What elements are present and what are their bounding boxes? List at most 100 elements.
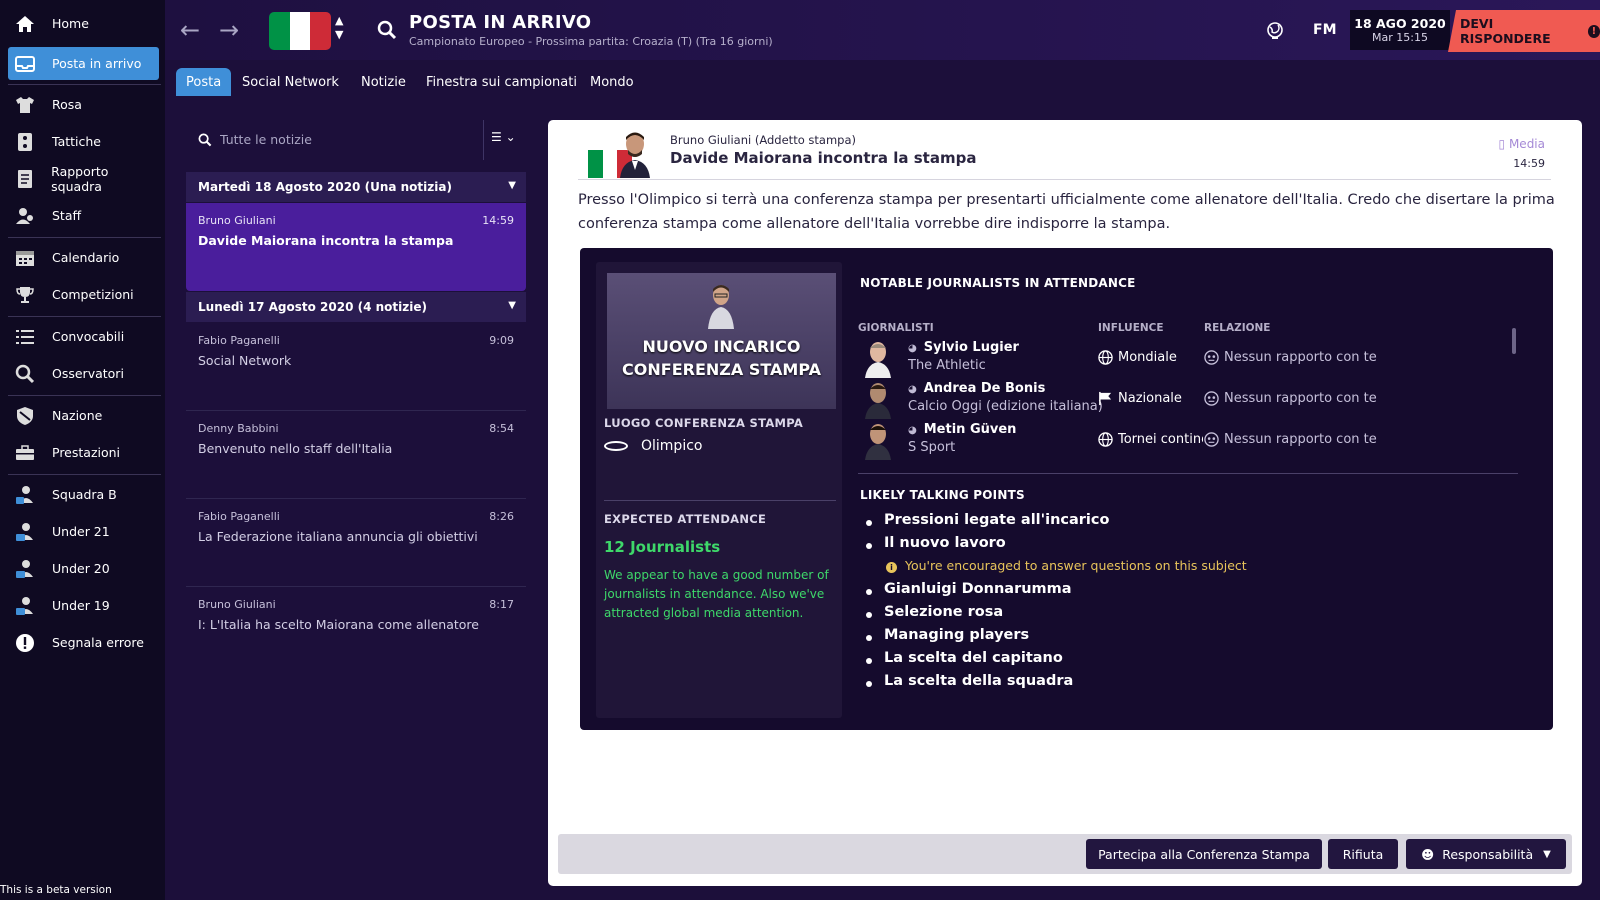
tab-notizie[interactable]: Notizie [351,68,416,96]
sidebar-item-team-report[interactable]: Rapporto squadra [8,162,159,195]
sidebar-item-label: Calendario [52,250,120,265]
relation-icon [1204,350,1219,365]
sidebar-item-competitions[interactable]: Competizioni [8,278,159,311]
sidebar-item-performance[interactable]: Prestazioni [8,436,159,469]
relation-label: Nessun rapporto con te [1224,432,1377,447]
message-item[interactable]: Bruno Giuliani 14:59 Davide Maiorana inc… [186,203,526,291]
sidebar-item-report-bug[interactable]: Segnala errore [8,626,159,659]
refuse-button[interactable]: Rifiuta [1328,839,1398,869]
message-time: 8:54 [489,422,514,435]
journalist-name: ◕ Sylvio Lugier [908,340,1019,355]
sender-avatar[interactable] [618,130,652,178]
group-label: Lunedì 17 Agosto 2020 (4 notizie) [198,300,427,314]
scrollbar[interactable] [1512,328,1516,354]
sidebar-item-tactics[interactable]: Tattiche [8,125,159,158]
message-subject: I: L'Italia ha scelto Maiorana come alle… [198,617,479,632]
journalist-outlet: The Athletic [908,358,986,373]
group-label: Martedì 18 Agosto 2020 (Una notizia) [198,180,452,194]
staff-icon: ☻ [1421,846,1435,862]
info-icon: i [886,562,897,573]
responsibility-button[interactable]: ☻ Responsabilità ▼ [1406,839,1566,869]
globe-icon[interactable] [1266,22,1284,44]
back-arrow-icon[interactable]: ← [178,18,202,42]
talking-point: Pressioni legate all'incarico [866,512,1247,535]
search-input[interactable] [220,126,460,152]
sidebar-item-home[interactable]: Home [8,7,159,40]
message-sender: Denny Babbini [198,422,279,435]
message-time: 9:09 [489,334,514,347]
message-item[interactable]: Fabio Paganelli 8:26 La Federazione ital… [186,499,526,587]
message-subject: Davide Maiorana incontra la stampa [670,149,977,167]
sidebar-item-label: Rapporto squadra [51,163,109,194]
date-group-header[interactable]: Lunedì 17 Agosto 2020 (4 notizie) ▼ [186,292,526,322]
alert-icon [14,632,36,654]
sidebar-item-under-20[interactable]: Under 20 [8,552,159,585]
message-time: 14:59 [1513,157,1545,170]
date-group-header[interactable]: Martedì 18 Agosto 2020 (Una notizia) ▼ [186,172,526,202]
column-header-relation: RELAZIONE [1204,322,1271,334]
sidebar-item-under-21[interactable]: Under 21 [8,515,159,548]
talking-point: Managing players [866,627,1247,650]
sidebar-item-inbox[interactable]: Posta in arrivo [8,47,159,80]
sidebar-item-label: Rosa [52,97,82,112]
trophy-icon [14,284,36,306]
message-time: 8:17 [489,598,514,611]
filter-menu-icon[interactable]: ☰ ⌄ [491,130,516,144]
chevron-up-down-icon[interactable]: ▲ ▼ [335,14,343,42]
sidebar-item-under-19[interactable]: Under 19 [8,589,159,622]
beta-notice: This is a beta version [0,884,112,896]
respond-required-button[interactable]: DEVI RISPONDERE ! [1448,10,1600,52]
journalists-title: NOTABLE JOURNALISTS IN ATTENDANCE [860,276,1136,290]
headset-icon: ◕ [908,384,917,395]
sidebar-item-squad[interactable]: Rosa [8,88,159,121]
chevron-down-icon: ▼ [508,300,516,311]
shield-icon [14,405,36,427]
tab-posta[interactable]: Posta [176,68,232,96]
journalist-row[interactable]: ◕ Andrea De Bonis Calcio Oggi (edizione i… [858,381,1518,423]
journalist-avatar [865,383,891,419]
journalists-section: NOTABLE JOURNALISTS IN ATTENDANCE GIORNA… [858,262,1538,718]
sidebar-item-staff[interactable]: Staff [8,199,159,232]
message-sender[interactable]: Bruno Giuliani (Addetto stampa) [670,133,856,147]
column-header-influence: INFLUENCE [1098,322,1164,334]
sidebar-item-b-team[interactable]: Squadra B [8,478,159,511]
talking-points-list: Pressioni legate all'incarico Il nuovo l… [866,512,1247,696]
image-title-line: NUOVO INCARICO [642,337,801,356]
tab-mondo[interactable]: Mondo [580,68,644,96]
team-icon [14,595,36,617]
note-text: You're encouraged to answer questions on… [905,558,1247,573]
journalist-relation: Nessun rapporto con te [1204,391,1377,406]
journalist-name-text: Andrea De Bonis [923,381,1046,396]
sidebar-item-label: Home [52,16,89,31]
tab-finestra-campionati[interactable]: Finestra sui campionati [416,68,587,96]
top-bar: ← → ▲ ▼ POSTA IN ARRIVO Campionato Europe… [165,0,1600,60]
game-date[interactable]: 18 AGO 2020 Mar 15:15 [1350,10,1450,50]
relation-icon [1204,391,1219,406]
sidebar-item-scouts[interactable]: Osservatori [8,357,159,390]
venue[interactable]: Olimpico [604,438,702,454]
attendance-count: 12 Journalists [604,538,721,556]
message-item[interactable]: Bruno Giuliani 8:17 I: L'Italia ha scelt… [186,587,526,675]
search-icon[interactable] [377,20,397,44]
journalist-relation: Nessun rapporto con te [1204,432,1377,447]
italy-flag[interactable] [269,12,331,50]
tab-social-network[interactable]: Social Network [232,68,349,96]
forward-arrow-icon[interactable]: → [217,18,241,42]
tag-icon: ▯ [1498,137,1506,151]
attendance-label: EXPECTED ATTENDANCE [604,512,767,526]
sidebar-item-call-ups[interactable]: Convocabili [8,320,159,353]
message-item[interactable]: Denny Babbini 8:54 Benvenuto nello staff… [186,411,526,499]
message-item[interactable]: Fabio Paganelli 9:09 Social Network [186,323,526,411]
headset-icon: ◕ [908,343,917,354]
journalist-row[interactable]: ◕ Metin Güven S Sport Tornei continentali… [858,422,1518,464]
conference-image: NUOVO INCARICO CONFERENZA STAMPA [607,273,836,409]
chevron-down-icon: ▼ [1543,848,1551,860]
sidebar-item-label: Squadra B [52,487,117,502]
fm-logo[interactable]: FM [1313,22,1337,38]
sidebar-item-nation[interactable]: Nazione [8,399,159,432]
message-header: Bruno Giuliani (Addetto stampa) Davide M… [578,130,1551,180]
journalist-row[interactable]: ◕ Sylvio Lugier The Athletic Mondiale Nes… [858,340,1518,382]
attend-press-conference-button[interactable]: Partecipa alla Conferenza Stampa [1086,839,1322,869]
sidebar-item-calendar[interactable]: Calendario [8,241,159,274]
message-sender: Bruno Giuliani [198,598,276,611]
